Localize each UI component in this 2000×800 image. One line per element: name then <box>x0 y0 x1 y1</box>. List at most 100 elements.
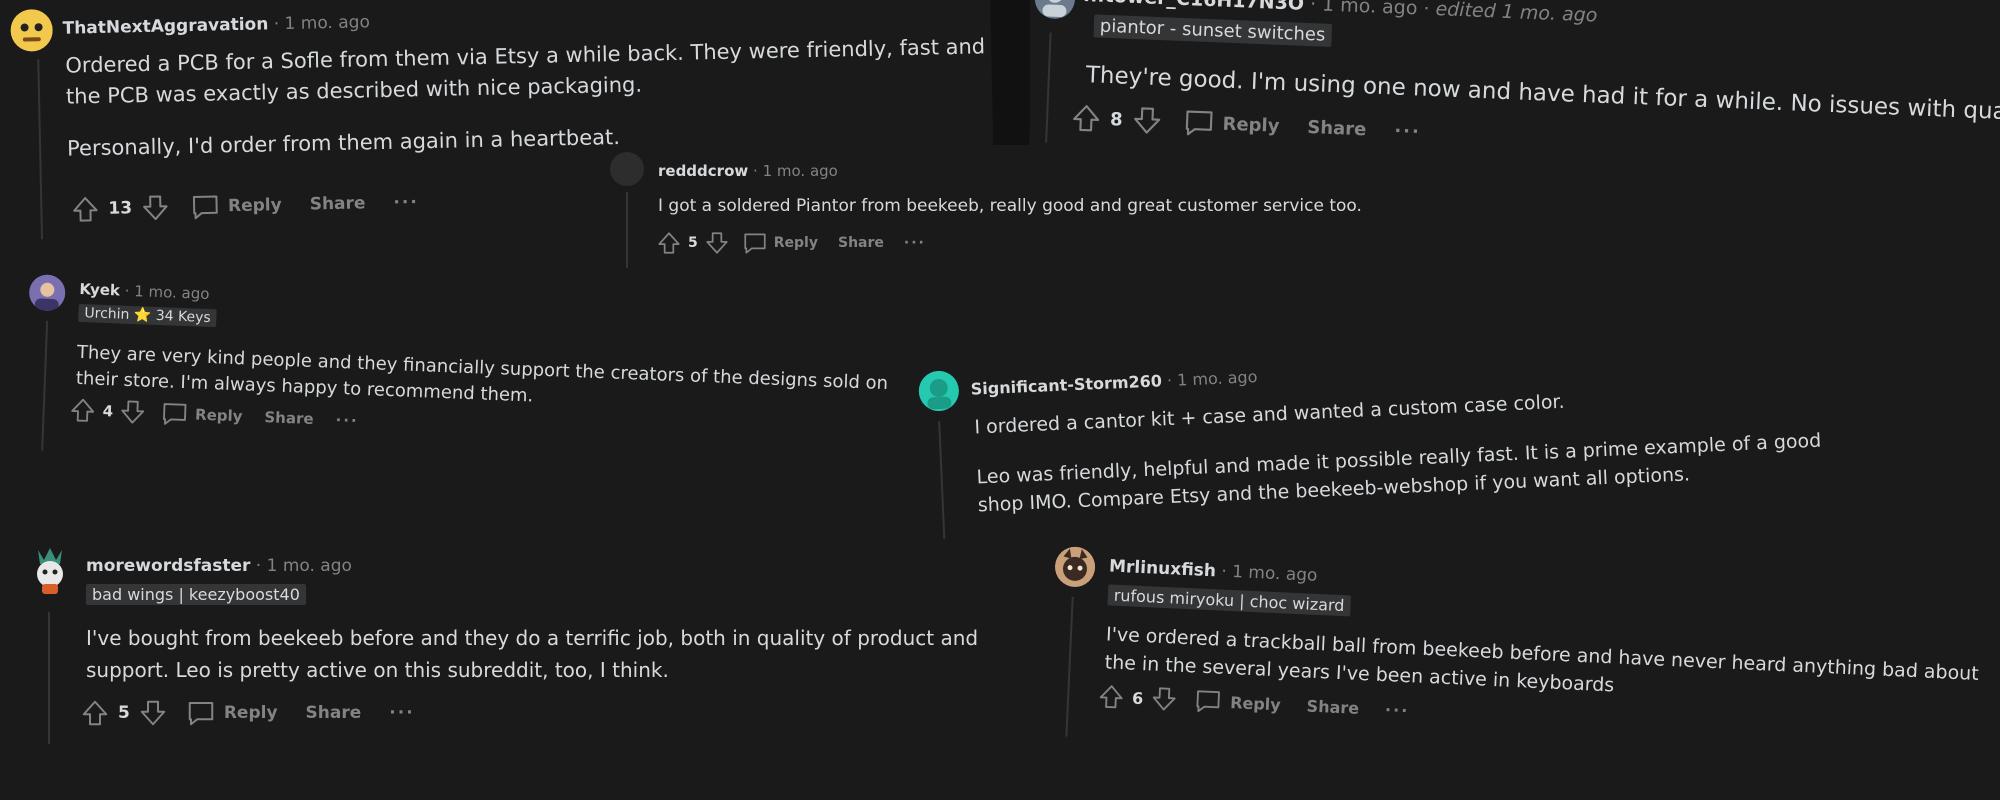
comment-icon <box>742 230 768 256</box>
comment-card: redddcrow · 1 mo. ago I got a soldered P… <box>608 148 1368 272</box>
timestamp[interactable]: 1 mo. ago <box>267 556 352 576</box>
share-button[interactable]: Share <box>306 703 362 723</box>
comment-meta: Significant-Storm260 · 1 mo. ago <box>970 367 1257 398</box>
reply-button[interactable]: Reply <box>190 190 282 222</box>
timestamp[interactable]: 1 mo. ago <box>1232 562 1318 586</box>
timestamp[interactable]: 1 mo. ago <box>1322 0 1418 19</box>
comment-body: I ordered a cantor kit + case and wanted… <box>974 375 1858 519</box>
separator-dot: · <box>753 162 758 180</box>
share-button[interactable]: Share <box>838 235 884 251</box>
comment-icon <box>186 698 216 728</box>
reply-button[interactable]: Reply <box>186 698 278 728</box>
comment-actions: 13 Reply Share ··· <box>70 187 419 224</box>
vote-count: 5 <box>118 703 130 723</box>
username[interactable]: morewordsfaster <box>86 556 250 576</box>
username[interactable]: ThatNextAggravation <box>62 14 268 38</box>
avatar[interactable] <box>1034 0 1076 20</box>
more-options-icon[interactable]: ··· <box>393 192 419 213</box>
share-button[interactable]: Share <box>264 408 314 428</box>
separator-dot: · <box>1309 0 1317 16</box>
user-flair: rufous miryoku | choc wizard <box>1107 584 1351 617</box>
username[interactable]: ...tower_C16H17N3O <box>1083 0 1305 15</box>
timestamp[interactable]: 1 mo. ago <box>763 162 838 180</box>
comment-body: Ordered a PCB for a Sofle from them via … <box>65 31 987 164</box>
comment-paragraph: I've bought from beekeeb before and they… <box>86 626 979 682</box>
upvote-icon[interactable] <box>656 230 682 256</box>
thread-line <box>41 320 49 451</box>
username[interactable]: Kyek <box>79 280 120 300</box>
username[interactable]: redddcrow <box>658 162 748 180</box>
separator-dot: · <box>273 14 280 35</box>
upvote-icon[interactable] <box>1070 102 1103 135</box>
comment-meta: morewordsfaster · 1 mo. ago <box>86 556 352 576</box>
comment-icon <box>161 399 190 428</box>
username[interactable]: Mrlinuxfish <box>1109 556 1217 581</box>
comment-paragraph: I got a soldered Piantor from beekeeb, r… <box>658 196 1362 216</box>
avatar[interactable] <box>1054 546 1096 588</box>
downvote-icon[interactable] <box>1150 684 1179 713</box>
downvote-icon[interactable] <box>138 698 168 728</box>
more-options-icon[interactable]: ··· <box>1385 700 1410 720</box>
thread-line <box>48 612 50 744</box>
avatar[interactable] <box>30 546 70 596</box>
upvote-icon[interactable] <box>70 194 101 225</box>
more-options-icon[interactable]: ··· <box>1394 120 1421 142</box>
share-button[interactable]: Share <box>1306 696 1359 717</box>
reply-button[interactable]: Reply <box>1182 106 1280 142</box>
more-options-icon[interactable]: ··· <box>904 235 926 251</box>
reply-button[interactable]: Reply <box>161 399 243 430</box>
comment-card: Significant-Storm260 · 1 mo. ago I order… <box>916 330 1883 542</box>
reply-label: Reply <box>223 703 278 723</box>
avatar[interactable] <box>10 8 54 52</box>
reply-button[interactable]: Reply <box>742 230 818 256</box>
downvote-icon[interactable] <box>1130 104 1163 137</box>
comment-card: morewordsfaster · 1 mo. ago bad wings | … <box>30 546 1010 746</box>
user-flair: Urchin ⭐ 34 Keys <box>78 303 218 328</box>
separator-dot: · <box>255 556 262 576</box>
reply-label: Reply <box>1222 113 1280 137</box>
comment-meta: ThatNextAggravation · 1 mo. ago <box>62 12 370 38</box>
separator-dot: · <box>1220 561 1228 582</box>
vote-count: 5 <box>688 235 698 251</box>
vote-count: 6 <box>1131 688 1144 708</box>
downvote-icon[interactable] <box>140 192 171 223</box>
timestamp[interactable]: 1 mo. ago <box>134 282 210 303</box>
avatar[interactable] <box>28 274 66 312</box>
reply-label: Reply <box>1229 692 1282 714</box>
user-flair: piantor - sunset switches <box>1093 14 1332 47</box>
upvote-icon[interactable] <box>1097 682 1126 711</box>
timestamp[interactable]: 1 mo. ago <box>284 12 370 34</box>
share-button[interactable]: Share <box>1307 117 1367 140</box>
timestamp[interactable]: 1 mo. ago <box>1177 367 1258 389</box>
comment-actions: 5 Reply Share ··· <box>80 698 415 728</box>
downvote-icon[interactable] <box>119 398 148 427</box>
comment-icon <box>190 191 221 222</box>
comment-meta: redddcrow · 1 mo. ago <box>658 162 838 180</box>
reply-button[interactable]: Reply <box>1194 686 1282 718</box>
downvote-icon[interactable] <box>704 230 730 256</box>
thread-line <box>37 59 44 240</box>
comment-meta: Kyek · 1 mo. ago <box>79 280 210 303</box>
thread-line <box>626 192 628 268</box>
share-button[interactable]: Share <box>310 193 366 214</box>
vote-count: 8 <box>1109 108 1124 131</box>
comment-actions: 5 Reply Share ··· <box>656 230 926 256</box>
vote-count: 13 <box>108 198 133 219</box>
more-options-icon[interactable]: ··· <box>389 703 414 723</box>
reply-label: Reply <box>227 195 282 217</box>
thread-line <box>1065 596 1074 737</box>
reply-label: Reply <box>773 235 818 251</box>
upvote-icon[interactable] <box>80 698 110 728</box>
comment-meta: Mrlinuxfish · 1 mo. ago <box>1109 556 1318 585</box>
upvote-icon[interactable] <box>68 396 97 425</box>
more-options-icon[interactable]: ··· <box>335 411 359 430</box>
comment-icon <box>1194 686 1223 715</box>
comment-actions: 8 Reply Share ··· <box>1070 102 1422 148</box>
separator-dot: · <box>124 281 130 300</box>
username[interactable]: Significant-Storm260 <box>970 371 1162 398</box>
avatar[interactable] <box>917 370 960 412</box>
comment-body: I got a soldered Piantor from beekeeb, r… <box>658 194 1362 218</box>
comment-actions: 6 Reply Share ··· <box>1097 682 1410 724</box>
avatar[interactable] <box>610 152 644 186</box>
separator-dot: · <box>1423 0 1430 20</box>
